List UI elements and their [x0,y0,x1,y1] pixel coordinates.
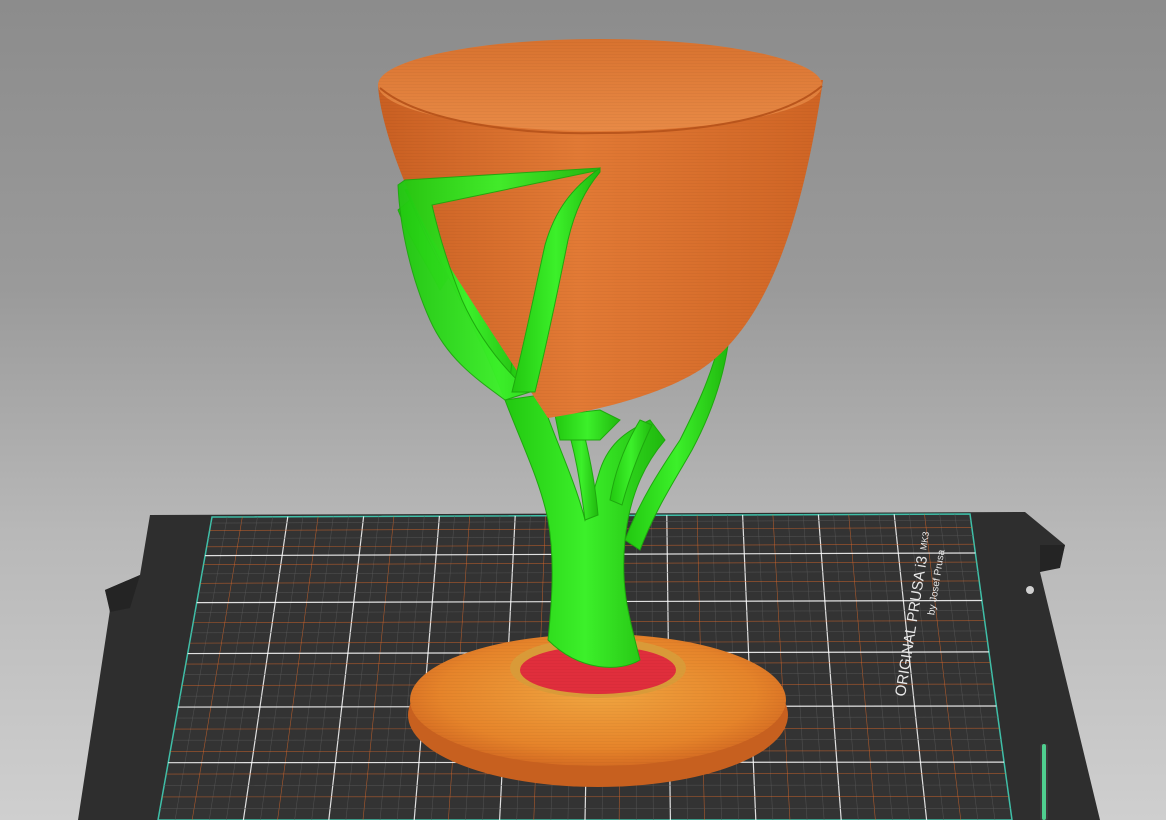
vase-body [378,39,823,418]
bed-mount-hole [1026,586,1034,594]
layer-slider[interactable] [1040,744,1048,820]
bed-notch-right [1040,545,1065,572]
3d-viewport[interactable]: ORIGINAL PRUSA i3 MK3 by Josef Prusa [0,0,1166,820]
gcode-preview-scene[interactable]: ORIGINAL PRUSA i3 MK3 by Josef Prusa [0,0,1166,820]
layer-slider-fill[interactable] [1042,744,1046,820]
